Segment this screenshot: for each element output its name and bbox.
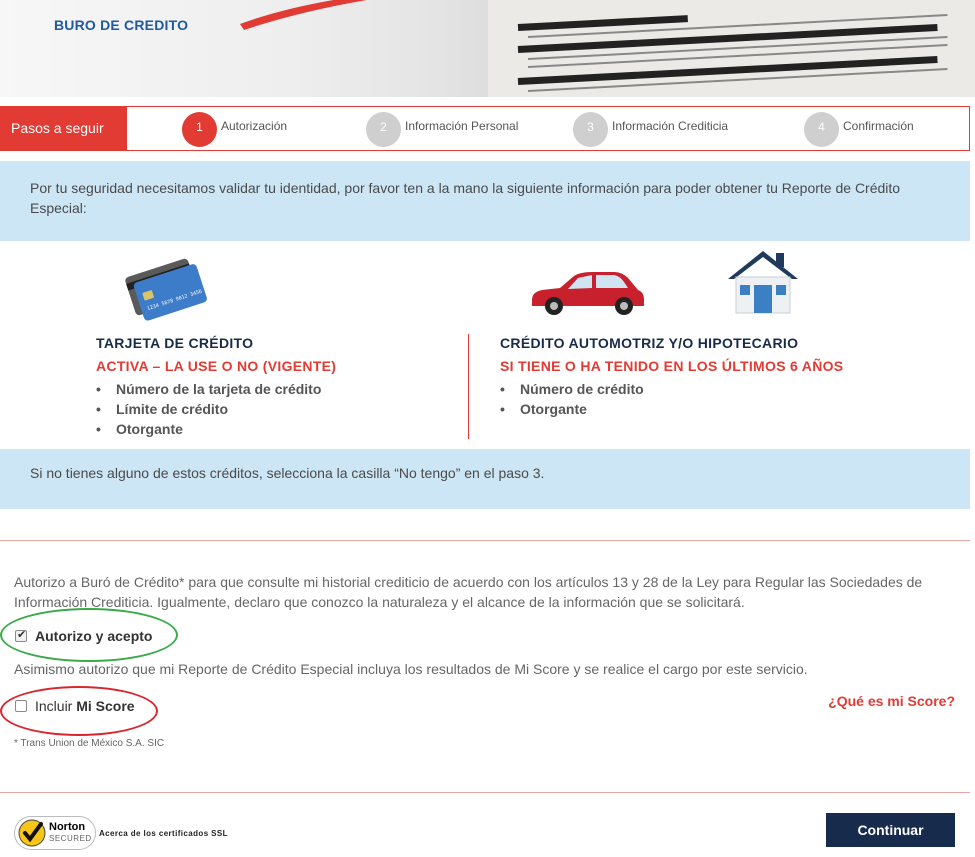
score-row: Incluir Mi Score (15, 698, 135, 714)
steps-bar: Pasos a seguir 1 Autorización 2 Informac… (0, 106, 970, 151)
accept-label[interactable]: Autorizo y acepto (35, 628, 152, 644)
auto-requirements-list: Número de crédito Otorgante (500, 379, 644, 419)
no-credit-note-text: Si no tienes alguno de estos créditos, s… (30, 465, 545, 481)
step-label: Autorización (221, 119, 288, 133)
card-title: TARJETA DE CRÉDITO (96, 335, 254, 351)
step-label: Información Personal (405, 119, 519, 133)
card-requirements-list: Número de la tarjeta de crédito Límite d… (96, 379, 321, 439)
step-number: 2 (366, 112, 401, 147)
footnote: * Trans Union de México S.A. SIC (14, 738, 165, 749)
norton-sub: SECURED (49, 834, 92, 843)
step-label: Información Crediticia (612, 119, 729, 133)
buro-logo: BURO DE CREDITO (54, 17, 189, 33)
norton-check-icon (18, 819, 46, 847)
footer-divider (0, 792, 970, 793)
auto-title: CRÉDITO AUTOMOTRIZ Y/O HIPOTECARIO (500, 335, 799, 351)
include-score-checkbox[interactable] (15, 700, 27, 712)
step-number: 3 (573, 112, 608, 147)
intro-info-box: Por tu seguridad necesitamos validar tu … (0, 161, 970, 241)
include-score-label[interactable]: Incluir Mi Score (35, 698, 135, 714)
step-number: 4 (804, 112, 839, 147)
list-item: Límite de crédito (96, 399, 321, 419)
authorization-text: Autorizo a Buró de Crédito* para que con… (14, 574, 923, 610)
step-label: Confirmación (843, 119, 914, 133)
step-confirmacion: 4 Confirmación (804, 112, 914, 147)
house-icon (728, 251, 798, 314)
column-divider (468, 334, 469, 439)
continue-button[interactable]: Continuar (826, 813, 955, 847)
accept-checkbox[interactable] (15, 628, 27, 642)
car-icon (532, 272, 644, 315)
norton-secured-badge[interactable]: Norton SECURED (14, 816, 96, 850)
list-item: Otorgante (96, 419, 321, 439)
credit-report-document-image (488, 0, 975, 97)
step-informacion-personal: 2 Información Personal (366, 112, 519, 147)
list-item: Otorgante (500, 399, 644, 419)
auto-subtitle: SI TIENE O HA TENIDO EN LOS ÚLTIMOS 6 AÑ… (500, 358, 844, 374)
score-authorization-text: Asimismo autorizo que mi Reporte de Créd… (14, 661, 808, 677)
list-item: Número de crédito (500, 379, 644, 399)
intro-text: Por tu seguridad necesitamos validar tu … (30, 180, 901, 216)
credit-card-icon: 1234 5678 9012 3456 (125, 258, 207, 321)
header-banner: BURO DE CREDITO (0, 0, 975, 97)
step-informacion-crediticia: 3 Información Crediticia (573, 112, 729, 147)
list-item: Número de la tarjeta de crédito (96, 379, 321, 399)
include-score-bold: Mi Score (76, 698, 135, 714)
no-credit-note-box: Si no tienes alguno de estos créditos, s… (0, 449, 970, 509)
include-score-prefix: Incluir (35, 698, 77, 714)
what-is-score-link[interactable]: ¿Qué es mi Score? (828, 693, 955, 709)
section-divider (0, 540, 970, 541)
card-subtitle: ACTIVA – LA USE O NO (VIGENTE) (96, 358, 337, 374)
ssl-certificates-link[interactable]: Acerca de los certificados SSL (99, 829, 228, 838)
swoosh-decoration (240, 0, 367, 30)
norton-name: Norton (49, 821, 86, 833)
step-number: 1 (182, 112, 217, 147)
accept-row: Autorizo y acepto (15, 628, 152, 644)
steps-label: Pasos a seguir (1, 107, 127, 150)
step-autorizacion: 1 Autorización (182, 112, 288, 147)
